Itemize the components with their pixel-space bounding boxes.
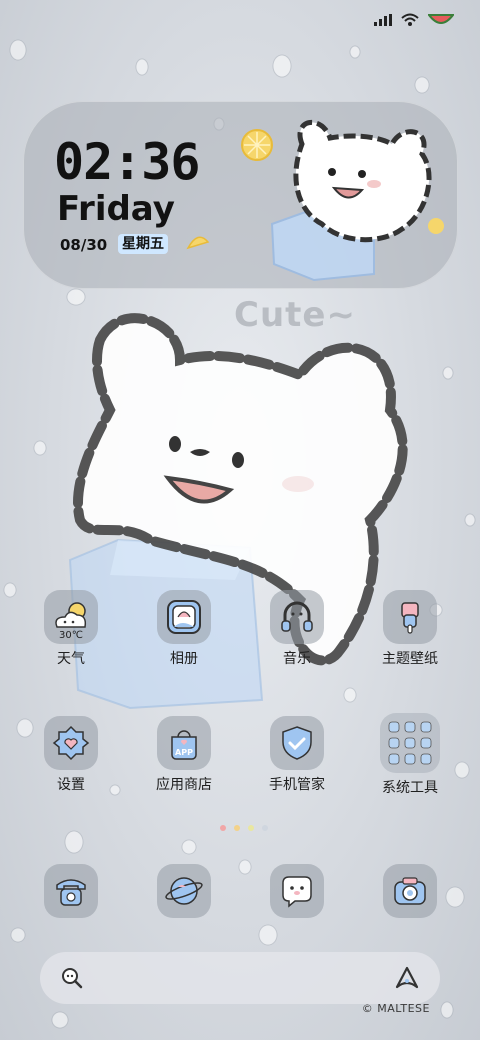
app-music[interactable]: 音乐 <box>252 590 342 668</box>
app-label: 天气 <box>57 651 85 667</box>
phone-icon <box>56 879 86 906</box>
clock-chinese-weekday: 星期五 <box>118 234 168 254</box>
app-label: 手机管家 <box>269 777 325 793</box>
app-settings[interactable]: 设置 <box>26 716 116 794</box>
wallpaper-watermark: © MALTESE <box>361 1002 430 1015</box>
app-themes[interactable]: 主题壁纸 <box>365 590 455 668</box>
app-label: 音乐 <box>283 651 311 667</box>
page-dot[interactable] <box>262 825 268 831</box>
status-bar <box>374 8 454 32</box>
music-icon <box>270 590 324 644</box>
lemon-wedge-icon <box>186 236 210 250</box>
gallery-icon <box>157 590 211 644</box>
search-bar[interactable] <box>40 952 440 1004</box>
app-label: 系统工具 <box>382 780 438 796</box>
dock-browser[interactable] <box>157 864 211 918</box>
clock-time: 02:36 <box>54 133 201 191</box>
page-dot[interactable] <box>248 825 254 831</box>
app-phone-manager[interactable]: 手机管家 <box>252 716 342 794</box>
folder-system-tools[interactable]: 系统工具 <box>365 713 455 797</box>
weather-icon: 30℃ <box>44 590 98 644</box>
clock-date: 08/30 <box>60 236 108 254</box>
app-label: 设置 <box>57 777 85 793</box>
app-store-icon: APP <box>157 716 211 770</box>
dock-messages[interactable] <box>270 864 324 918</box>
dock-phone[interactable] <box>44 864 98 918</box>
lemon-slice-icon <box>241 129 273 161</box>
assistant-icon[interactable] <box>394 965 420 991</box>
messages-icon <box>282 876 312 908</box>
weather-temperature: 30℃ <box>59 630 83 641</box>
app-store-badge: APP <box>175 748 193 757</box>
system-tools-folder-icon <box>380 713 440 773</box>
app-label: 相册 <box>170 651 198 667</box>
browser-icon <box>165 877 203 905</box>
page-dot[interactable] <box>234 825 240 831</box>
dock-camera[interactable] <box>383 864 437 918</box>
app-label: 主题壁纸 <box>382 651 438 667</box>
camera-icon <box>394 877 426 905</box>
page-indicator <box>220 825 268 831</box>
app-gallery[interactable]: 相册 <box>139 590 229 668</box>
app-weather[interactable]: 30℃ 天气 <box>26 590 116 668</box>
search-icon[interactable] <box>60 966 84 990</box>
app-label: 应用商店 <box>156 777 212 793</box>
app-app-store[interactable]: APP 应用商店 <box>139 716 229 794</box>
widget-dog-image <box>262 120 444 282</box>
clock-weekday: Friday <box>57 189 175 229</box>
theme-icon <box>383 590 437 644</box>
battery-icon <box>428 14 454 24</box>
settings-icon <box>44 716 98 770</box>
signal-icon <box>374 14 392 26</box>
page-dot[interactable] <box>220 825 226 831</box>
wallpaper-caption: Cute~ <box>234 295 356 335</box>
wifi-icon <box>401 13 419 26</box>
security-shield-icon <box>270 716 324 770</box>
